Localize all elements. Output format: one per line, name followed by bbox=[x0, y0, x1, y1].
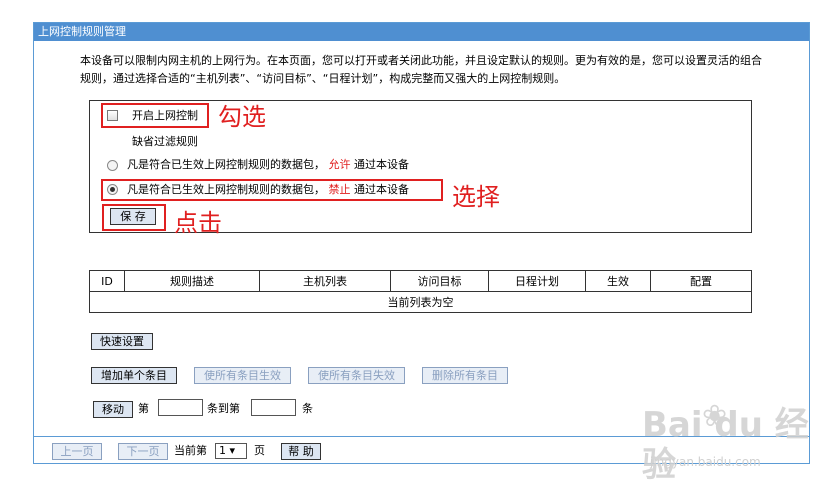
allow-keyword: 允许 bbox=[328, 158, 351, 171]
move-to-input[interactable] bbox=[251, 399, 296, 416]
page-select[interactable]: 1 ▾ bbox=[215, 443, 247, 459]
panel-title: 上网控制规则管理 bbox=[34, 23, 809, 41]
prev-page-button[interactable]: 上一页 bbox=[52, 443, 102, 460]
table-header-row: ID 规则描述 主机列表 访问目标 日程计划 生效 配置 bbox=[89, 270, 752, 292]
help-button[interactable]: 帮 助 bbox=[281, 443, 321, 460]
watermark-url: jingyan.baidu.com bbox=[650, 455, 761, 469]
move-suffix-label: 条 bbox=[302, 402, 313, 415]
move-button[interactable]: 移动 bbox=[93, 401, 133, 418]
quick-setup-button[interactable]: 快速设置 bbox=[91, 333, 153, 350]
enable-control-label[interactable]: 开启上网控制 bbox=[132, 109, 198, 123]
allow-radio[interactable] bbox=[107, 160, 118, 171]
add-entry-button[interactable]: 增加单个条目 bbox=[91, 367, 177, 384]
col-config: 配置 bbox=[650, 270, 752, 292]
col-description: 规则描述 bbox=[124, 270, 260, 292]
next-page-button[interactable]: 下一页 bbox=[118, 443, 168, 460]
default-rule-title: 缺省过滤规则 bbox=[132, 135, 198, 148]
allow-prefix: 凡是符合已生效上网控制规则的数据包， bbox=[127, 158, 325, 171]
deny-prefix: 凡是符合已生效上网控制规则的数据包， bbox=[127, 183, 325, 196]
col-enabled: 生效 bbox=[585, 270, 651, 292]
move-prefix-label: 第 bbox=[138, 402, 149, 415]
enable-control-checkbox[interactable] bbox=[107, 110, 118, 121]
rules-table: ID 规则描述 主机列表 访问目标 日程计划 生效 配置 当前列表为空 bbox=[89, 270, 752, 313]
description-text: 本设备可以限制内网主机的上网行为。在本页面，您可以打开或者关闭此功能，并且设定默… bbox=[80, 54, 762, 85]
save-button[interactable]: 保 存 bbox=[110, 208, 156, 225]
rule-management-panel bbox=[33, 22, 810, 464]
annotation-click: 点击 bbox=[174, 209, 222, 237]
current-page-prefix: 当前第 bbox=[174, 444, 207, 457]
enable-all-button[interactable]: 使所有条目生效 bbox=[194, 367, 291, 384]
col-host-list: 主机列表 bbox=[259, 270, 391, 292]
allow-suffix: 通过本设备 bbox=[354, 158, 409, 171]
deny-keyword: 禁止 bbox=[328, 183, 351, 196]
allow-option-label[interactable]: 凡是符合已生效上网控制规则的数据包， 允许 通过本设备 bbox=[127, 158, 409, 172]
empty-message: 当前列表为空 bbox=[89, 291, 752, 313]
annotation-select: 选择 bbox=[452, 183, 500, 211]
deny-radio[interactable] bbox=[107, 184, 118, 195]
col-target: 访问目标 bbox=[390, 270, 489, 292]
page-suffix: 页 bbox=[254, 444, 265, 457]
move-from-input[interactable] bbox=[158, 399, 203, 416]
move-mid-label: 条到第 bbox=[207, 402, 240, 415]
disable-all-button[interactable]: 使所有条目失效 bbox=[308, 367, 405, 384]
table-empty-row: 当前列表为空 bbox=[89, 291, 752, 313]
annotation-check: 勾选 bbox=[218, 103, 266, 131]
watermark-logo: ❀ Bai du 经验 bbox=[642, 399, 837, 485]
deny-suffix: 通过本设备 bbox=[354, 183, 409, 196]
col-id: ID bbox=[89, 270, 125, 292]
paw-icon: ❀ bbox=[702, 399, 728, 434]
col-schedule: 日程计划 bbox=[488, 270, 586, 292]
deny-option-label[interactable]: 凡是符合已生效上网控制规则的数据包， 禁止 通过本设备 bbox=[127, 183, 409, 197]
delete-all-button[interactable]: 删除所有条目 bbox=[422, 367, 508, 384]
